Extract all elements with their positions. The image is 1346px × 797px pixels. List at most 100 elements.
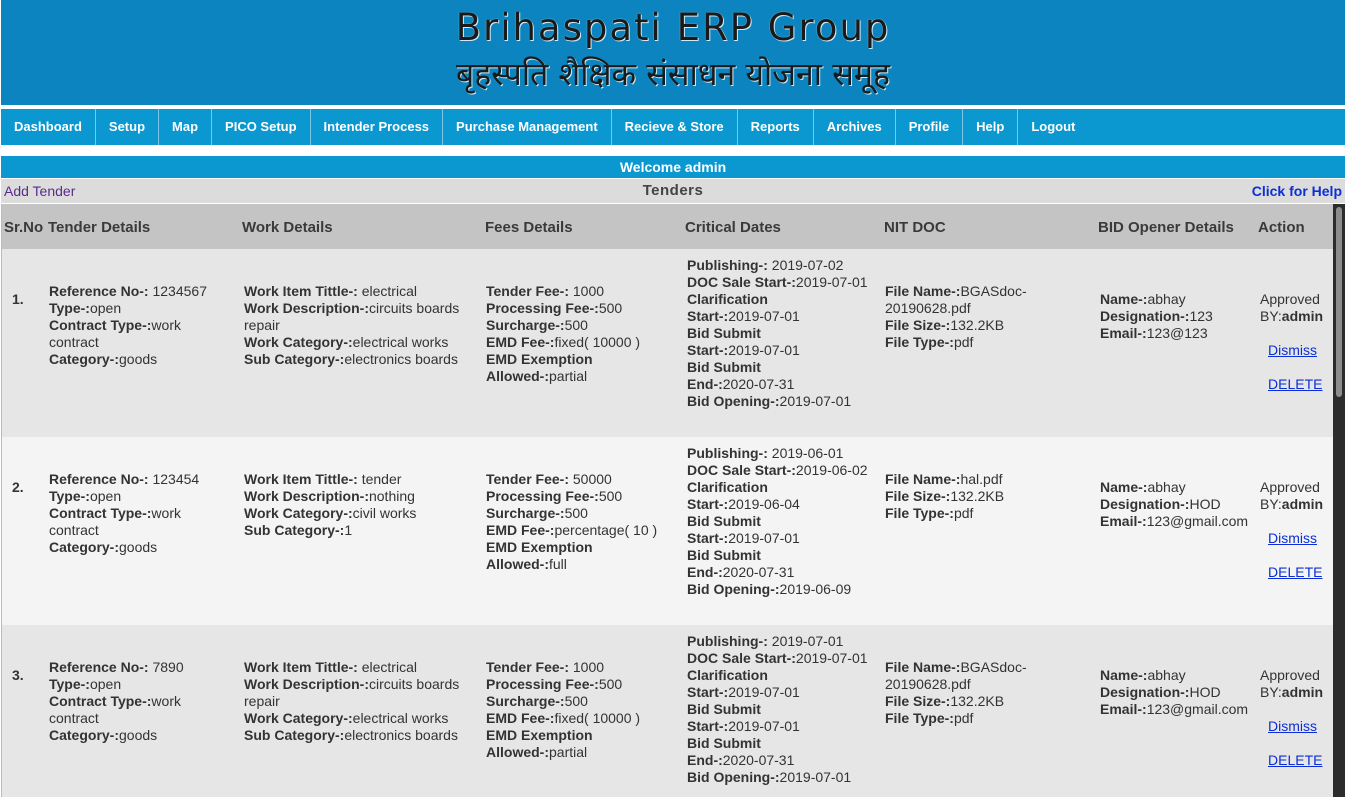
field-value: percentage( 10 ) [554,522,658,538]
field-value: abhay [1147,479,1186,495]
approver-name: admin [1281,684,1324,700]
dismiss-link[interactable]: Dismiss [1268,718,1317,734]
action-cell: Approved BY:admin Dismiss DELETE [1260,291,1332,393]
help-link[interactable]: Click for Help [1252,183,1342,199]
nav-profile[interactable]: Profile [896,109,964,145]
field-value: fixed( 10000 ) [554,334,641,350]
nav-pico-setup[interactable]: PICO Setup [212,109,311,145]
field-label: Publishing-: [687,257,768,273]
field-value: partial [549,744,588,760]
field-label: Publishing-: [687,633,768,649]
field-label: File Size-: [885,317,951,333]
field-label: Work Description-: [244,300,369,316]
scrollbar-thumb[interactable] [1336,207,1342,397]
nav-recieve-store[interactable]: Recieve & Store [612,109,738,145]
bid-opener-cell: Name-:abhay Designation-:123 Email-:123@12… [1100,291,1258,342]
field-label: Tender Fee-: [486,471,569,487]
field-value: 20190628.pdf [885,676,971,692]
work-details-cell: Work Item Tittle-: electrical Work Descri… [244,659,480,744]
field-label: Work Item Tittle-: [244,283,358,299]
work-details-cell: Work Item Tittle-: tender Work Descriptio… [244,471,480,539]
field-label: Type-: [49,488,90,504]
header-tender-details: Tender Details [48,219,151,236]
fees-details-cell: Tender Fee-: 1000 Processing Fee-:500 Surc… [486,283,681,385]
field-value: 2019-07-01 [779,393,852,409]
critical-dates-cell: Publishing-: 2019-07-02 DOC Sale Start-:2… [687,257,882,410]
nav-logout[interactable]: Logout [1018,109,1088,145]
vertical-scrollbar[interactable] [1333,204,1345,797]
field-value: goods [119,727,158,743]
field-value: 2019-07-01 [728,342,800,358]
nit-doc-cell: File Name-:hal.pdf File Size-:132.2KB File… [885,471,1095,522]
field-value: abhay [1147,667,1186,683]
field-label: Work Description-: [244,488,369,504]
field-label: Allowed-: [486,368,549,384]
field-value: 1234567 [152,283,207,299]
nav-purchase-management[interactable]: Purchase Management [443,109,612,145]
approver-name: admin [1281,496,1324,512]
field-label: Start-: [687,496,729,512]
action-cell: Approved BY:admin Dismiss DELETE [1260,667,1332,769]
field-label: EMD Exemption [486,727,593,743]
field-label: File Size-: [885,693,951,709]
field-value: open [89,488,122,504]
fees-details-cell: Tender Fee-: 50000 Processing Fee-:500 Sur… [486,471,681,573]
field-value: fixed( 10000 ) [554,710,641,726]
brand-title-hindi: बृहस्पति शैक्षिक संसाधन योजना समूह [455,55,891,93]
field-value: pdf [953,334,974,350]
field-value: 2020-07-31 [722,564,795,580]
row-number: 1. [12,291,24,307]
field-value: 500 [564,693,588,709]
action-cell: Approved BY:admin Dismiss DELETE [1260,479,1332,581]
nav-setup[interactable]: Setup [96,109,160,145]
tender-details-cell: Reference No-: 7890 Type-:open Contract Ty… [49,659,239,744]
approved-label: Approved [1260,667,1320,683]
field-label: Contract Type-: [49,317,152,333]
field-label: Category-: [49,351,120,367]
nav-archives[interactable]: Archives [814,109,896,145]
nav-intender-process[interactable]: Intender Process [311,109,444,145]
field-label: Designation-: [1100,496,1190,512]
field-label: Clarification [687,291,768,307]
nav-dashboard[interactable]: Dashboard [1,109,96,145]
field-value: 500 [598,300,623,316]
field-value: electronics boards [344,727,458,743]
field-label: End-: [687,564,723,580]
dismiss-link[interactable]: Dismiss [1268,342,1317,358]
nav-help[interactable]: Help [963,109,1019,145]
field-value: contract [49,710,99,726]
row-number: 2. [12,479,24,495]
field-label: Bid Submit [687,513,761,529]
field-value: partial [549,368,588,384]
dismiss-link[interactable]: Dismiss [1268,530,1317,546]
field-label: Name-: [1100,667,1148,683]
delete-link[interactable]: DELETE [1268,752,1322,768]
field-value: electrical works [352,334,449,350]
field-value: nothing [368,488,415,504]
nav-map[interactable]: Map [159,109,213,145]
field-value: electronics boards [344,351,458,367]
field-value: electrical [361,659,417,675]
row-number: 3. [12,667,24,683]
field-label: Work Category-: [244,505,353,521]
field-label: Name-: [1100,291,1148,307]
approved-label: Approved [1260,479,1320,495]
field-label: Work Category-: [244,710,353,726]
table-row: 1. Reference No-: 1234567 Type-:open Contra… [2,249,1333,437]
delete-link[interactable]: DELETE [1268,376,1322,392]
field-value: 2019-07-01 [728,308,800,324]
brand-title-english: Brihaspati ERP Group [455,6,891,49]
field-label: File Type-: [885,505,954,521]
field-value: 2019-07-01 [795,650,868,666]
field-value: circuits boards [368,300,460,316]
tenders-toolbar: Add Tender Tenders Click for Help [1,179,1345,203]
field-label: Start-: [687,308,729,324]
field-value: hal.pdf [960,471,1003,487]
work-details-cell: Work Item Tittle-: electrical Work Descri… [244,283,480,368]
field-label: Surcharge-: [486,505,565,521]
delete-link[interactable]: DELETE [1268,564,1322,580]
field-label: EMD Exemption [486,351,593,367]
tenders-table: Sr.No Tender Details Work Details Fees D… [1,204,1345,797]
tender-details-cell: Reference No-: 123454 Type-:open Contract … [49,471,239,556]
nav-reports[interactable]: Reports [738,109,814,145]
